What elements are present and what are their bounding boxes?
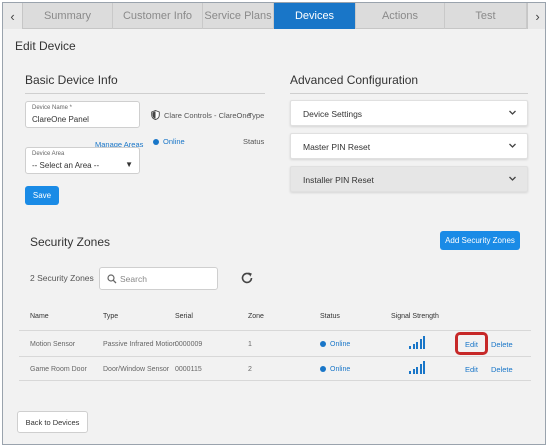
brand-text: Clare Controls - ClareOne bbox=[164, 110, 251, 120]
chevron-right-icon[interactable]: › bbox=[527, 3, 545, 29]
search-icon bbox=[107, 274, 117, 284]
row-divider bbox=[19, 380, 531, 381]
tab-summary[interactable]: Summary bbox=[23, 3, 113, 29]
zone-status-value: Online bbox=[330, 366, 351, 373]
accordion-installer-pin-reset[interactable]: Installer PIN Reset bbox=[290, 166, 528, 192]
row-divider bbox=[19, 356, 531, 357]
divider bbox=[25, 93, 265, 94]
delete-link[interactable]: Delete bbox=[491, 340, 513, 349]
zone-number: 1 bbox=[248, 341, 252, 348]
signal-strength-icon bbox=[409, 361, 427, 374]
page-title: Edit Device bbox=[15, 39, 76, 53]
chevron-down-icon bbox=[509, 176, 516, 181]
device-name-label: Device Name * bbox=[32, 105, 73, 111]
type-label: Type bbox=[248, 111, 265, 120]
chevron-left-icon[interactable]: ‹ bbox=[3, 3, 23, 29]
zone-type: Door/Window Sensor bbox=[103, 366, 170, 373]
shield-icon bbox=[151, 110, 160, 120]
device-brand: Clare Controls - ClareOne bbox=[151, 110, 251, 120]
accordion-device-settings[interactable]: Device Settings bbox=[290, 100, 528, 126]
zone-status: Online bbox=[320, 366, 350, 373]
advanced-config-title: Advanced Configuration bbox=[290, 73, 419, 87]
row-divider bbox=[19, 330, 531, 331]
signal-strength-icon bbox=[409, 336, 427, 349]
status-dot-icon bbox=[320, 366, 326, 373]
column-header-name: Name bbox=[30, 313, 49, 320]
status-dot-icon bbox=[320, 341, 326, 348]
security-zones-title: Security Zones bbox=[30, 235, 111, 249]
column-header-type: Type bbox=[103, 313, 119, 320]
zone-type: Passive Infrared Motion bbox=[103, 341, 177, 348]
column-header-serial: Serial bbox=[175, 313, 193, 320]
save-button[interactable]: Save bbox=[25, 186, 59, 205]
divider bbox=[290, 93, 528, 94]
zone-count: 2 Security Zones bbox=[30, 273, 94, 283]
accordion-label: Master PIN Reset bbox=[303, 142, 371, 152]
add-security-zones-button[interactable]: Add Security Zones bbox=[440, 231, 520, 250]
accordion-label: Installer PIN Reset bbox=[303, 175, 374, 185]
tab-actions[interactable]: Actions bbox=[356, 3, 445, 29]
chevron-down-icon bbox=[509, 110, 516, 115]
device-name-field[interactable]: Device Name * ClareOne Panel bbox=[25, 101, 140, 128]
tab-test[interactable]: Test bbox=[445, 3, 527, 29]
tab-customer-info[interactable]: Customer Info bbox=[113, 3, 203, 29]
column-header-zone: Zone bbox=[248, 313, 264, 320]
edit-highlight-annotation bbox=[455, 332, 488, 355]
accordion-label: Device Settings bbox=[303, 109, 363, 119]
chevron-down-icon bbox=[509, 143, 516, 148]
zone-name: Game Room Door bbox=[30, 366, 87, 373]
device-area-label: Device Area bbox=[32, 151, 65, 157]
device-status: Online bbox=[153, 137, 185, 146]
delete-link[interactable]: Delete bbox=[491, 365, 513, 374]
basic-info-title: Basic Device Info bbox=[25, 73, 118, 87]
zone-status: Online bbox=[320, 341, 350, 348]
search-input[interactable] bbox=[120, 272, 210, 286]
zone-status-value: Online bbox=[330, 341, 351, 348]
zone-number: 2 bbox=[248, 366, 252, 373]
app-frame: ‹ Summary Customer Info Service Plans De… bbox=[2, 2, 546, 445]
device-area-select[interactable]: Device Area -- Select an Area -- ▼ bbox=[25, 147, 140, 174]
accordion-master-pin-reset[interactable]: Master PIN Reset bbox=[290, 133, 528, 159]
tab-devices[interactable]: Devices bbox=[274, 3, 356, 29]
tab-service-plans[interactable]: Service Plans bbox=[203, 3, 274, 29]
device-name-value: ClareOne Panel bbox=[32, 115, 89, 124]
device-status-value: Online bbox=[163, 137, 185, 146]
tab-bar: ‹ Summary Customer Info Service Plans De… bbox=[3, 3, 545, 29]
caret-down-icon: ▼ bbox=[125, 160, 133, 169]
status-dot-icon bbox=[153, 139, 159, 146]
refresh-icon[interactable] bbox=[240, 271, 254, 285]
column-header-signal-strength: Signal Strength bbox=[391, 313, 439, 320]
search-field[interactable] bbox=[99, 267, 218, 290]
device-area-value: -- Select an Area -- bbox=[32, 161, 100, 170]
zone-serial: 0000009 bbox=[175, 341, 203, 348]
edit-link[interactable]: Edit bbox=[465, 365, 478, 374]
back-to-devices-button[interactable]: Back to Devices bbox=[17, 411, 88, 433]
zone-name: Motion Sensor bbox=[30, 341, 76, 348]
zone-serial: 0000115 bbox=[175, 366, 202, 373]
status-label: Status bbox=[243, 137, 265, 146]
column-header-status: Status bbox=[320, 313, 340, 320]
